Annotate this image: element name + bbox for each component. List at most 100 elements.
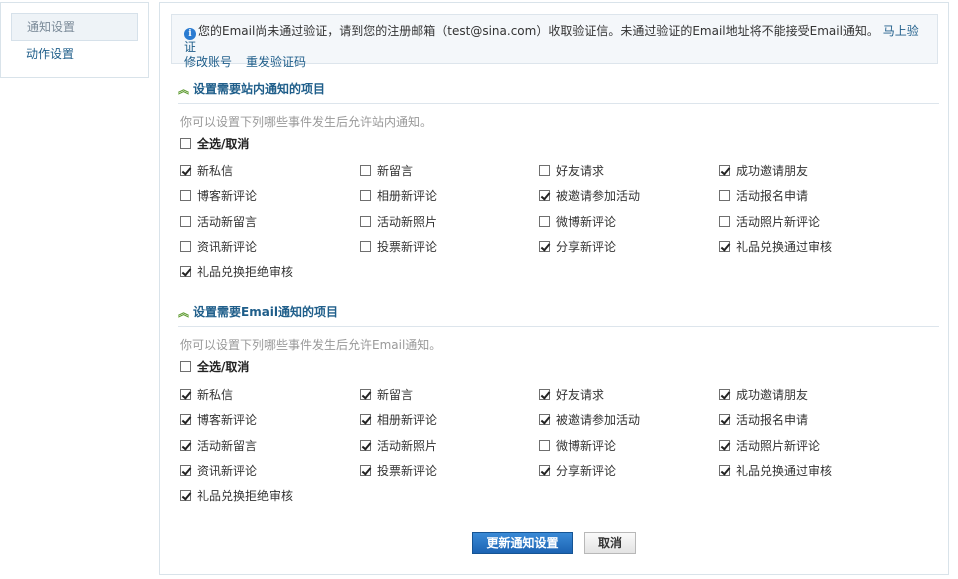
update-notification-settings-button[interactable]: 更新通知设置 [472,532,573,554]
site-select-all[interactable]: 全选/取消 [180,136,249,152]
email-notification-option-label: 活动照片新评论 [736,439,821,453]
site-notification-option-checkbox[interactable] [180,266,191,277]
email-notification-option-label: 新留言 [377,388,414,402]
email-notification-option[interactable]: 成功邀请朋友 [719,387,808,403]
email-notification-option-checkbox[interactable] [360,465,371,476]
site-notification-option[interactable]: 活动报名申请 [719,188,808,204]
email-notification-option-checkbox[interactable] [180,490,191,501]
email-notification-option[interactable]: 活动新照片 [360,438,437,454]
email-notification-option-checkbox[interactable] [539,389,550,400]
site-notification-option-label: 相册新评论 [377,189,438,203]
email-notification-hint: 你可以设置下列哪些事件发生后允许Email通知。 [180,338,442,352]
email-notification-option[interactable]: 活动照片新评论 [719,438,820,454]
site-notification-option-label: 成功邀请朋友 [736,164,809,178]
email-notification-option[interactable]: 资讯新评论 [180,463,257,479]
email-notification-option-checkbox[interactable] [539,465,550,476]
site-notification-option-checkbox[interactable] [539,165,550,176]
email-notification-option[interactable]: 被邀请参加活动 [539,412,640,428]
site-notification-option-label: 好友请求 [556,164,605,178]
site-notification-option-checkbox[interactable] [539,190,550,201]
site-notification-option[interactable]: 礼品兑换通过审核 [719,239,832,255]
email-notification-option[interactable]: 活动报名申请 [719,412,808,428]
email-notification-option-label: 资讯新评论 [197,464,258,478]
site-notification-option-checkbox[interactable] [180,216,191,227]
site-notification-option-checkbox[interactable] [360,165,371,176]
site-select-all-checkbox[interactable] [180,138,191,149]
email-notification-option[interactable]: 礼品兑换通过审核 [719,463,832,479]
site-notification-option[interactable]: 微博新评论 [539,214,616,230]
site-notification-option-label: 礼品兑换拒绝审核 [197,265,294,279]
email-notification-option-checkbox[interactable] [719,440,730,451]
cancel-button[interactable]: 取消 [584,532,636,554]
site-notification-option[interactable]: 活动照片新评论 [719,214,820,230]
site-notification-option-checkbox[interactable] [719,216,730,227]
resend-code-link[interactable]: 重发验证码 [246,55,306,69]
site-notification-option[interactable]: 成功邀请朋友 [719,163,808,179]
email-notification-option-checkbox[interactable] [180,414,191,425]
email-notification-option-label: 礼品兑换拒绝审核 [197,489,294,503]
site-notification-option-checkbox[interactable] [719,165,730,176]
sidebar-item-action-settings[interactable]: 动作设置 [11,41,138,69]
email-notification-option-checkbox[interactable] [539,414,550,425]
email-notification-option[interactable]: 微博新评论 [539,438,616,454]
email-notification-option-checkbox[interactable] [719,414,730,425]
site-notification-option-label: 新私信 [197,164,234,178]
site-notification-option[interactable]: 投票新评论 [360,239,437,255]
site-notification-option-checkbox[interactable] [539,216,550,227]
info-icon: i [184,28,196,40]
email-notification-option-checkbox[interactable] [719,389,730,400]
site-notification-option-checkbox[interactable] [719,190,730,201]
email-notification-option[interactable]: 活动新留言 [180,438,257,454]
email-notification-option-checkbox[interactable] [180,440,191,451]
email-notification-option-checkbox[interactable] [719,465,730,476]
email-notification-option-checkbox[interactable] [539,440,550,451]
site-notification-option-checkbox[interactable] [180,165,191,176]
email-select-all-checkbox[interactable] [180,361,191,372]
email-notification-option-checkbox[interactable] [360,389,371,400]
site-notification-option[interactable]: 好友请求 [539,163,604,179]
email-notification-option-label: 投票新评论 [377,464,438,478]
notification-settings-panel: i 您的Email尚未通过验证，请到您的注册邮箱（test@sina.com）收取… [159,2,949,575]
site-notification-option[interactable]: 礼品兑换拒绝审核 [180,264,293,280]
sidebar-item-notification-settings[interactable]: 通知设置 [11,13,138,41]
site-notification-option-label: 资讯新评论 [197,240,258,254]
site-notification-option-checkbox[interactable] [360,216,371,227]
site-notification-option-checkbox[interactable] [719,241,730,252]
site-notification-option-label: 礼品兑换通过审核 [736,240,833,254]
email-notification-option[interactable]: 新私信 [180,387,233,403]
double-chevron-up-icon: ︽ [178,306,189,319]
site-notification-option[interactable]: 资讯新评论 [180,239,257,255]
site-notification-option[interactable]: 分享新评论 [539,239,616,255]
email-notification-option-checkbox[interactable] [180,465,191,476]
email-notification-option-checkbox[interactable] [360,414,371,425]
email-notification-option[interactable]: 礼品兑换拒绝审核 [180,488,293,504]
email-notification-option-checkbox[interactable] [360,440,371,451]
site-notification-option-checkbox[interactable] [539,241,550,252]
site-notification-option-label: 活动照片新评论 [736,215,821,229]
site-notification-option-checkbox[interactable] [180,241,191,252]
site-notification-option[interactable]: 相册新评论 [360,188,437,204]
site-select-all-label: 全选/取消 [197,137,250,151]
site-notification-option-checkbox[interactable] [360,190,371,201]
site-notification-option[interactable]: 新留言 [360,163,413,179]
site-notification-option-checkbox[interactable] [180,190,191,201]
email-notification-option-label: 礼品兑换通过审核 [736,464,833,478]
site-notification-option[interactable]: 活动新留言 [180,214,257,230]
email-notification-option[interactable]: 好友请求 [539,387,604,403]
email-notification-option[interactable]: 博客新评论 [180,412,257,428]
email-notification-option[interactable]: 分享新评论 [539,463,616,479]
email-notification-option-checkbox[interactable] [180,389,191,400]
email-notification-option[interactable]: 新留言 [360,387,413,403]
site-notification-option[interactable]: 被邀请参加活动 [539,188,640,204]
email-select-all[interactable]: 全选/取消 [180,359,249,375]
email-notification-option[interactable]: 投票新评论 [360,463,437,479]
email-notification-option-label: 好友请求 [556,388,605,402]
email-notification-option[interactable]: 相册新评论 [360,412,437,428]
site-notification-option[interactable]: 活动新照片 [360,214,437,230]
site-notification-option-checkbox[interactable] [360,241,371,252]
site-notification-option[interactable]: 新私信 [180,163,233,179]
email-notification-option-label: 活动新照片 [377,439,438,453]
site-notification-option-label: 活动新照片 [377,215,438,229]
site-notification-option[interactable]: 博客新评论 [180,188,257,204]
change-account-link[interactable]: 修改账号 [184,55,232,69]
